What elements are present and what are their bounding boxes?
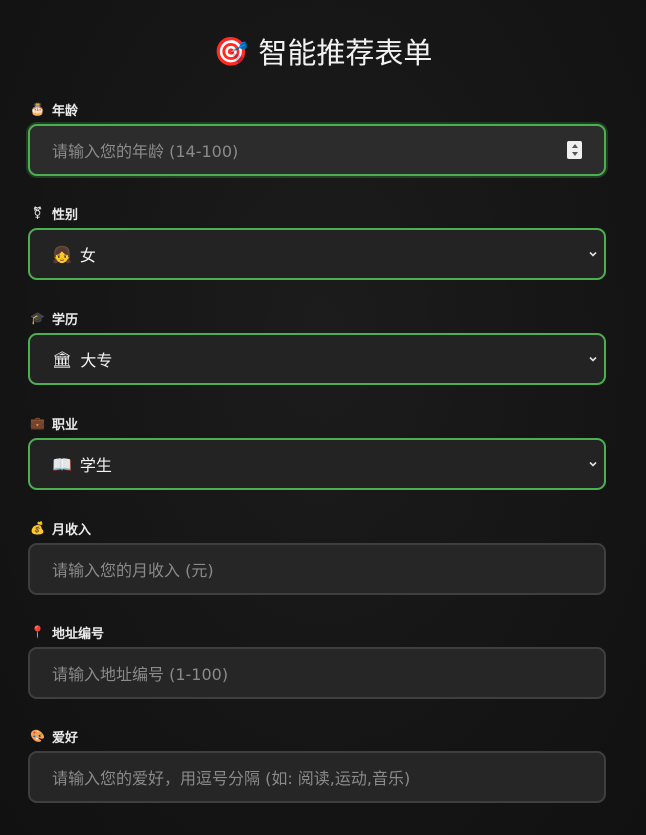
graduation-cap-icon: 🎓 bbox=[30, 311, 45, 325]
occupation-select[interactable]: 📖 学生 bbox=[28, 438, 606, 490]
income-input[interactable]: 请输入您的月收入 (元) bbox=[28, 543, 606, 595]
education-label-text: 学历 bbox=[52, 312, 79, 328]
palette-icon: 🎨 bbox=[30, 729, 45, 743]
number-spinner[interactable] bbox=[567, 141, 582, 159]
hobbies-placeholder: 请输入您的爱好，用逗号分隔 (如: 阅读,运动,音乐) bbox=[52, 769, 411, 788]
income-placeholder: 请输入您的月收入 (元) bbox=[52, 561, 214, 580]
money-bag-icon: 💰 bbox=[30, 521, 45, 535]
gender-icon: ⚧ bbox=[32, 206, 43, 220]
occupation-field-group: 💼 职业 📖 学生 bbox=[28, 415, 606, 490]
income-label-text: 月收入 bbox=[52, 522, 92, 538]
chevron-down-icon bbox=[589, 356, 597, 362]
income-field-group: 💰 月收入 请输入您的月收入 (元) bbox=[28, 520, 606, 595]
hobbies-input[interactable]: 请输入您的爱好，用逗号分隔 (如: 阅读,运动,音乐) bbox=[28, 751, 606, 803]
address-input[interactable]: 请输入地址编号 (1-100) bbox=[28, 647, 606, 699]
cake-icon: 🎂 bbox=[30, 102, 45, 116]
page-title-text: 智能推荐表单 bbox=[258, 36, 433, 70]
address-field-group: 📍 地址编号 请输入地址编号 (1-100) bbox=[28, 624, 606, 699]
occupation-label-text: 职业 bbox=[52, 417, 79, 433]
spin-down-icon[interactable] bbox=[571, 152, 578, 156]
education-field-group: 🎓 学历 🏛 大专 bbox=[28, 310, 606, 385]
education-value: 大专 bbox=[80, 351, 113, 370]
occupation-label: 💼 职业 bbox=[30, 415, 606, 433]
age-field-group: 🎂 年龄 请输入您的年龄 (14-100) bbox=[28, 101, 606, 176]
gender-label-text: 性别 bbox=[52, 207, 79, 223]
gender-value: 女 bbox=[79, 246, 96, 265]
address-label: 📍 地址编号 bbox=[30, 624, 606, 642]
education-label: 🎓 学历 bbox=[30, 310, 606, 328]
gender-select[interactable]: 👧 女 bbox=[28, 228, 606, 280]
age-input[interactable]: 请输入您的年龄 (14-100) bbox=[28, 124, 606, 176]
hobbies-label: 🎨 爱好 bbox=[30, 728, 606, 746]
gender-label: ⚧ 性别 bbox=[30, 205, 606, 223]
form-page: 🎯 智能推荐表单 🎂 年龄 请输入您的年龄 (14-100) ⚧ 性别 👧 女 bbox=[0, 0, 646, 835]
book-icon: 📖 bbox=[52, 454, 72, 474]
gender-field-group: ⚧ 性别 👧 女 bbox=[28, 205, 606, 280]
address-label-text: 地址编号 bbox=[52, 626, 105, 642]
chevron-down-icon bbox=[589, 461, 597, 467]
girl-icon: 👧 bbox=[52, 244, 72, 264]
spin-up-icon[interactable] bbox=[571, 144, 578, 148]
age-placeholder: 请输入您的年龄 (14-100) bbox=[52, 142, 239, 161]
age-label: 🎂 年龄 bbox=[30, 101, 606, 119]
pin-icon: 📍 bbox=[30, 625, 45, 639]
income-label: 💰 月收入 bbox=[30, 520, 606, 538]
education-select[interactable]: 🏛 大专 bbox=[28, 333, 606, 385]
briefcase-icon: 💼 bbox=[30, 416, 45, 430]
address-placeholder: 请输入地址编号 (1-100) bbox=[52, 665, 229, 684]
chevron-down-icon bbox=[589, 251, 597, 257]
page-title: 🎯 智能推荐表单 bbox=[0, 30, 646, 72]
hobbies-label-text: 爱好 bbox=[52, 730, 79, 746]
age-label-text: 年龄 bbox=[52, 103, 79, 119]
occupation-value: 学生 bbox=[79, 456, 112, 475]
building-icon: 🏛 bbox=[52, 349, 73, 369]
hobbies-field-group: 🎨 爱好 请输入您的爱好，用逗号分隔 (如: 阅读,运动,音乐) bbox=[28, 728, 606, 803]
target-icon: 🎯 bbox=[213, 34, 249, 68]
